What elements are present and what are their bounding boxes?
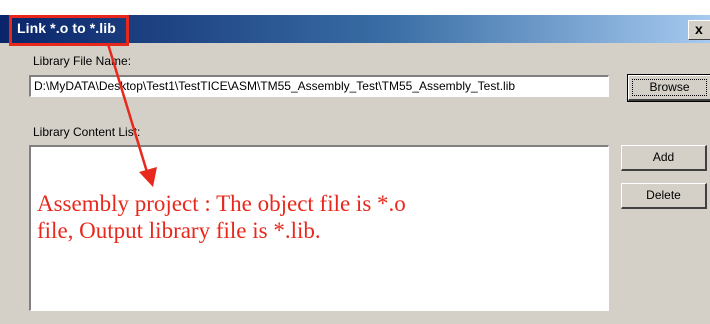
annotation-arrow (106, 43, 157, 187)
arrow-head (139, 167, 157, 187)
arrow-shaft (106, 43, 149, 173)
